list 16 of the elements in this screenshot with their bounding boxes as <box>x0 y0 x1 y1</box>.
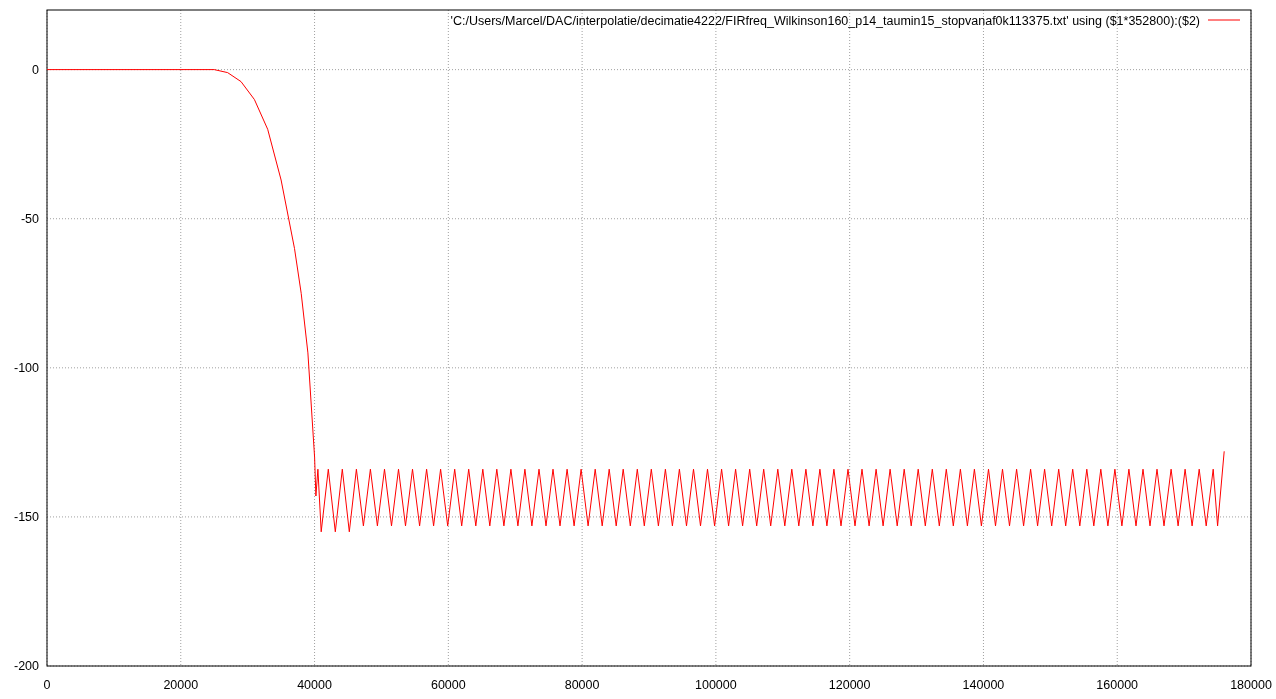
legend-label: 'C:/Users/Marcel/DAC/interpolatie/decimatie4222/FIRfreq_Wilkinson160_p14_taumin15_stopvanaf0k113375.txt' using ($1*352800):($2) <box>450 14 1200 28</box>
x-tick-label: 80000 <box>564 678 600 692</box>
x-tick-label: 0 <box>43 678 51 692</box>
x-tick-label: 140000 <box>962 678 1005 692</box>
y-tick-label: -50 <box>20 211 39 226</box>
y-tick-label: -100 <box>13 360 39 375</box>
x-tick-label: 60000 <box>430 678 466 692</box>
y-tick-label: -200 <box>13 659 39 673</box>
y-tick-label: 0 <box>32 62 39 77</box>
x-tick-label: 20000 <box>163 678 199 692</box>
x-tick-label: 160000 <box>1096 678 1139 692</box>
x-tick-label: 180000 <box>1230 678 1272 692</box>
x-tick-label: 120000 <box>828 678 871 692</box>
x-tick-label: 100000 <box>695 678 737 692</box>
x-tick-label: 40000 <box>297 678 332 692</box>
y-tick-label: -150 <box>13 509 39 524</box>
